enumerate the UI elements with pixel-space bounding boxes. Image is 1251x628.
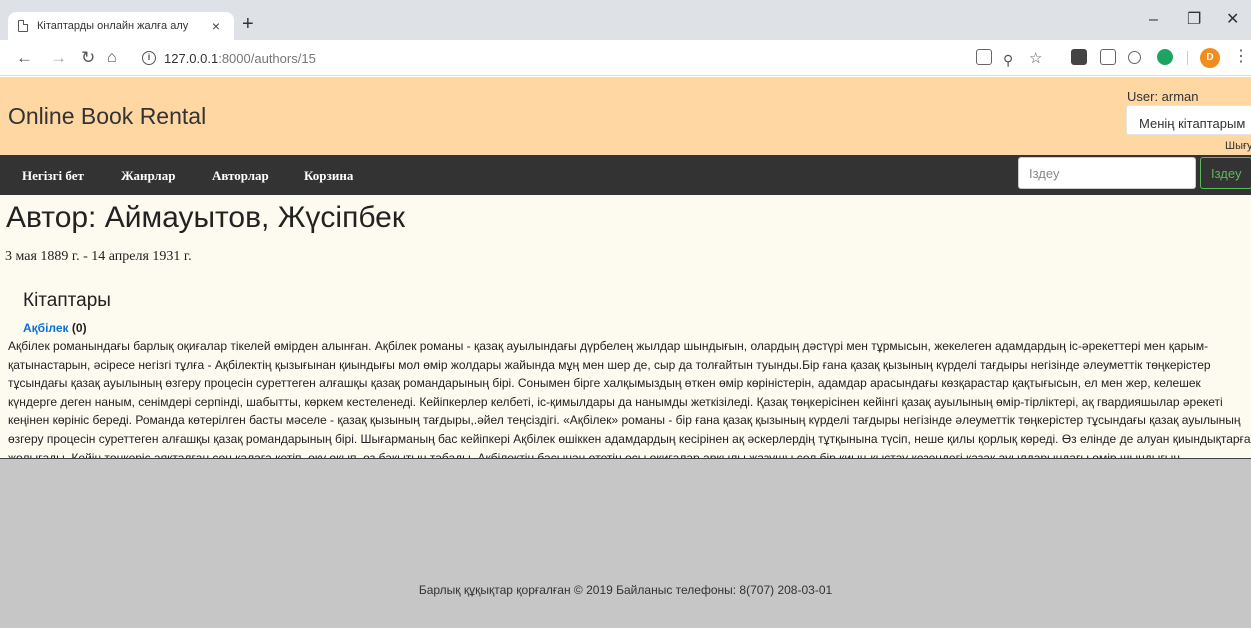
site-brand[interactable]: Online Book Rental xyxy=(8,103,206,130)
tab-close-icon[interactable]: × xyxy=(208,18,224,34)
url-text: 127.0.0.1:8000/authors/15 xyxy=(164,50,316,66)
book-title-link[interactable]: Ақбілек xyxy=(23,321,69,335)
main-navbar: Негізгі бет Жанрлар Авторлар Корзина Ізд… xyxy=(0,155,1251,195)
new-tab-icon[interactable]: + xyxy=(242,14,254,34)
search-button[interactable]: Іздеу xyxy=(1200,157,1251,189)
author-dates: 3 мая 1889 г. - 14 апреля 1931 г. xyxy=(5,249,192,264)
clipboard-icon[interactable] xyxy=(1100,49,1116,65)
site-footer: Барлық құқықтар қорғалған © 2019 Байланы… xyxy=(0,458,1251,628)
menu-kebab-icon[interactable]: ⋮ xyxy=(1233,49,1249,65)
window-close-icon[interactable]: ✕ xyxy=(1226,10,1239,30)
nav-genres[interactable]: Жанрлар xyxy=(121,168,175,184)
book-count: (0) xyxy=(71,321,87,335)
tab-title: Кітаптарды онлайн жалға алу xyxy=(37,20,189,32)
bookmark-star-icon[interactable]: ☆ xyxy=(1029,49,1042,69)
browser-toolbar: ← → ↻ ⌂ i 127.0.0.1:8000/authors/15 ⚲ ☆ … xyxy=(0,40,1251,76)
browser-tab[interactable]: Кітаптарды онлайн жалға алу × xyxy=(8,12,234,40)
search-extension-icon[interactable] xyxy=(1128,51,1141,64)
home-icon[interactable]: ⌂ xyxy=(107,48,117,68)
site-header: Online Book Rental User: arman Менің кіт… xyxy=(0,77,1251,155)
user-label: User: arman xyxy=(1127,89,1199,104)
minimize-icon[interactable]: – xyxy=(1149,10,1158,30)
nav-authors[interactable]: Авторлар xyxy=(212,168,269,184)
search-input[interactable] xyxy=(1018,157,1196,189)
translate-icon[interactable] xyxy=(976,49,992,65)
profile-avatar[interactable]: D xyxy=(1200,48,1220,68)
book-item: Ақбілек (0) xyxy=(23,321,87,335)
browser-tab-strip: Кітаптарды онлайн жалға алу × + – ❐ ✕ xyxy=(0,0,1251,40)
info-icon[interactable]: i xyxy=(142,51,156,65)
page-viewport: Online Book Rental User: arman Менің кіт… xyxy=(0,77,1251,628)
extension-icon[interactable] xyxy=(1071,49,1087,65)
nav-cart[interactable]: Корзина xyxy=(304,168,353,184)
nav-home[interactable]: Негізгі бет xyxy=(22,168,84,184)
grammarly-icon[interactable] xyxy=(1157,49,1173,65)
address-bar[interactable]: i 127.0.0.1:8000/authors/15 xyxy=(132,45,962,71)
toolbar-divider xyxy=(1187,51,1188,65)
reload-icon[interactable]: ↻ xyxy=(81,48,95,68)
page-icon xyxy=(18,20,28,32)
footer-copyright: Барлық құқықтар қорғалған © 2019 Байланы… xyxy=(418,583,833,597)
books-heading: Кітаптары xyxy=(23,290,111,311)
my-books-button[interactable]: Менің кітаптарым xyxy=(1126,105,1251,135)
logout-link[interactable]: Шығу xyxy=(1225,140,1251,152)
forward-icon[interactable]: → xyxy=(50,48,67,68)
zoom-icon[interactable]: ⚲ xyxy=(1003,50,1013,70)
back-icon[interactable]: ← xyxy=(16,48,33,68)
author-title: Автор: Аймауытов, Жүсіпбек xyxy=(6,201,405,234)
restore-icon[interactable]: ❐ xyxy=(1187,10,1201,30)
